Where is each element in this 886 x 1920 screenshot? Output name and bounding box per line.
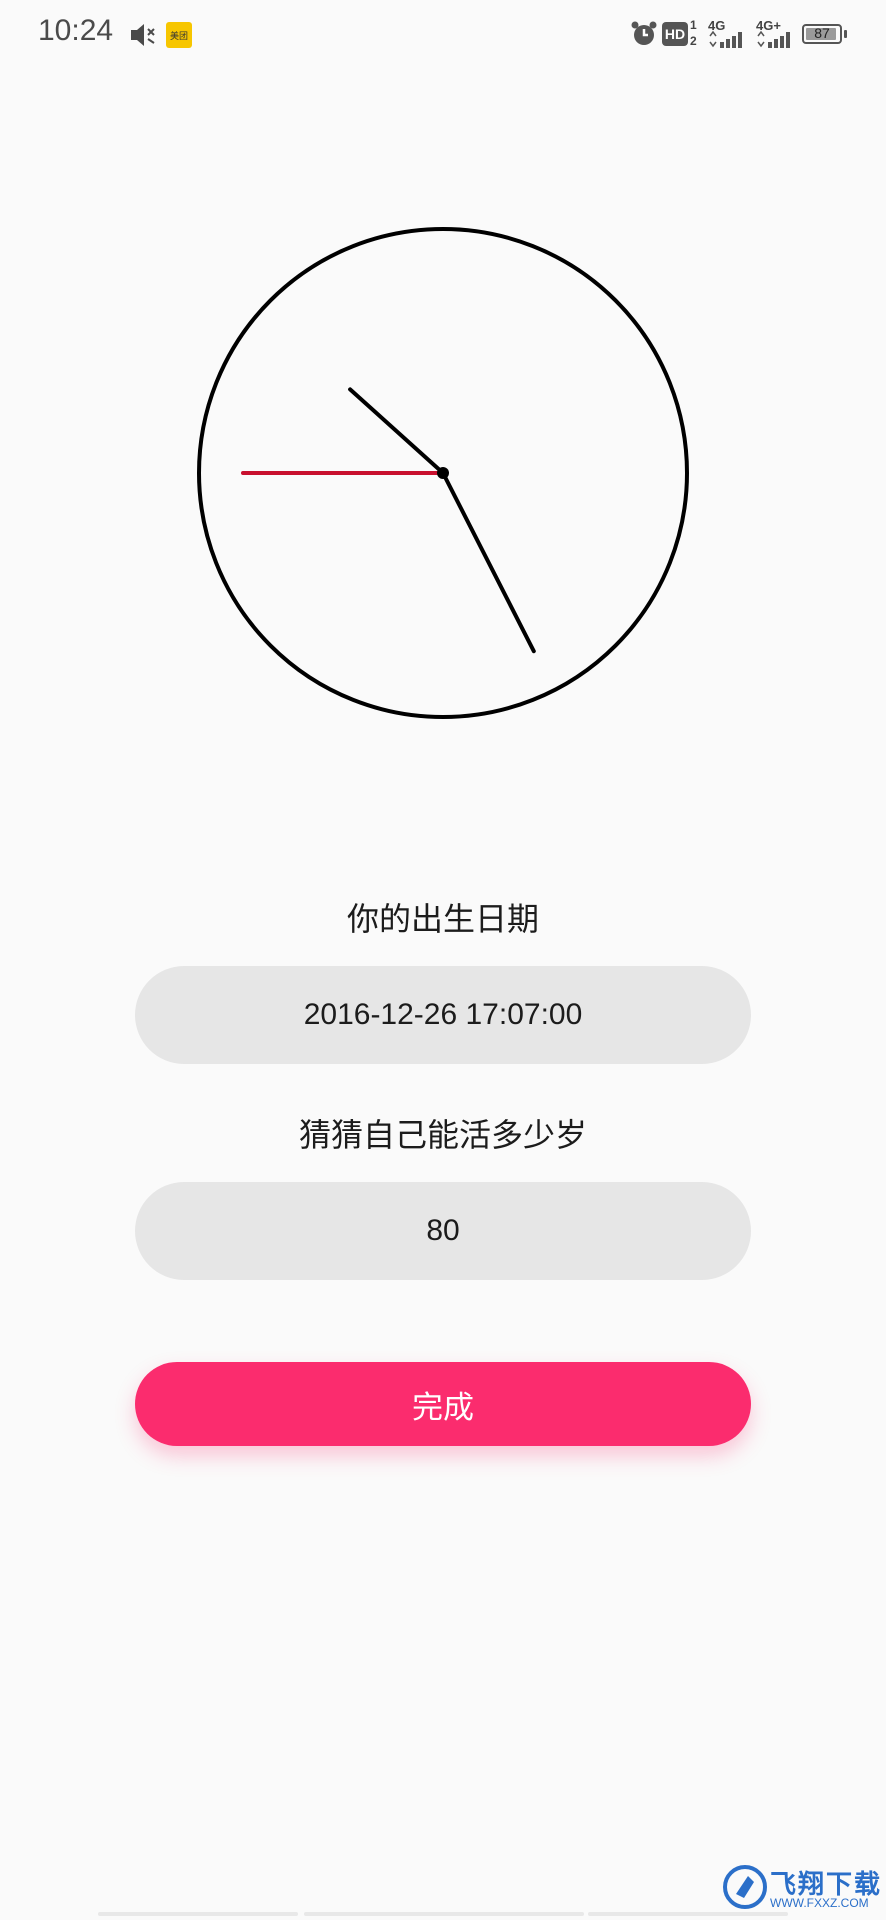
battery-icon: 87 bbox=[802, 24, 842, 44]
clock-hour-hand bbox=[348, 387, 445, 475]
status-bar: 10:24 美团 HD 1 2 4G 4G+ 87 bbox=[0, 0, 886, 70]
bottom-divider-2 bbox=[304, 1912, 584, 1916]
watermark-logo-icon bbox=[723, 1865, 767, 1909]
sim-index-1: 1 bbox=[690, 18, 697, 32]
sim1-signal-icon bbox=[709, 30, 742, 48]
alarm-icon bbox=[631, 21, 657, 45]
analog-clock bbox=[197, 227, 689, 719]
done-button[interactable]: 完成 bbox=[135, 1362, 751, 1446]
battery-cap bbox=[844, 30, 847, 38]
clock-minute-hand bbox=[441, 471, 536, 654]
lifespan-label: 猜猜自己能活多少岁 bbox=[298, 1116, 587, 1154]
clock-center-pin bbox=[437, 467, 449, 479]
status-time: 10:24 bbox=[38, 14, 114, 47]
hd-voice-badge: HD bbox=[662, 22, 688, 46]
birth-date-label: 你的出生日期 bbox=[346, 900, 539, 938]
watermark-url: WWW.FXXZ.COM bbox=[770, 1896, 869, 1910]
bottom-divider-1 bbox=[98, 1912, 298, 1916]
battery-level: 87 bbox=[814, 25, 830, 41]
bottom-divider-3 bbox=[588, 1912, 788, 1916]
sim-index-2: 2 bbox=[690, 34, 697, 48]
lifespan-field[interactable]: 80 bbox=[135, 1182, 751, 1280]
watermark: 飞翔下载 WWW.FXXZ.COM bbox=[722, 1862, 882, 1912]
sim2-signal-icon bbox=[757, 30, 790, 48]
birth-date-field[interactable]: 2016-12-26 17:07:00 bbox=[135, 966, 751, 1064]
meituan-app-icon: 美团 bbox=[166, 22, 192, 48]
mute-icon bbox=[131, 24, 155, 46]
